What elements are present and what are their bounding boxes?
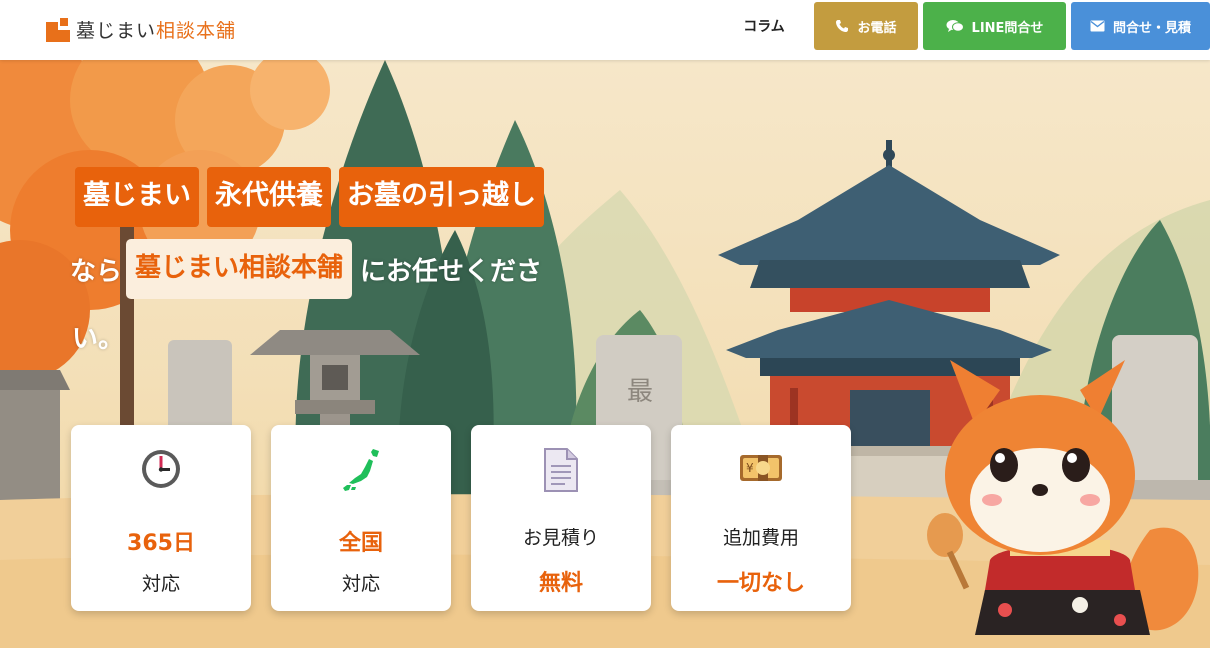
contact-button-label: 問合せ・見積 — [1112, 20, 1191, 36]
service-tags: 墓じまい 永代供養 お墓の引っ越し — [75, 167, 544, 227]
clock-icon — [142, 450, 180, 488]
feature-365-bottom: 対応 — [141, 573, 180, 595]
headline-continuation: い。 — [72, 324, 125, 354]
envelope-icon — [1090, 20, 1105, 32]
tag-eitai-kuyo: 永代供養 — [207, 167, 331, 227]
chat-bubbles-icon — [946, 20, 964, 32]
feature-estimate-top: お見積り — [522, 527, 599, 549]
japan-map-icon — [343, 449, 379, 491]
svg-text:¥: ¥ — [746, 461, 754, 475]
feature-estimate-bottom: 無料 — [538, 571, 583, 596]
logo-text-main: 墓じまい — [76, 20, 157, 42]
feature-card-365: 365日 対応 — [71, 425, 251, 611]
tag-hakajimai: 墓じまい — [75, 167, 199, 227]
tag-ohaka-hikkoshi: お墓の引っ越し — [339, 167, 544, 227]
feature-nationwide-top: 全国 — [338, 531, 383, 556]
site-header: 墓じまい相談本舗 コラム お電話 LINE問合せ 問合せ・見積 — [0, 0, 1210, 60]
line-button-label: LINE問合せ — [971, 20, 1044, 36]
feature-card-no-extra-fee: ¥ 追加費用 一切なし — [671, 425, 851, 611]
headline-suffix: にお任せくださ — [360, 256, 543, 287]
hero-section: 最 墓じまい 永代供養 お墓の引っ越し なら 墓じまい相談本舗 にお任せくださ … — [0, 60, 1210, 648]
contact-estimate-button[interactable]: 問合せ・見積 — [1071, 2, 1210, 50]
logo-text-accent: 相談本舗 — [156, 20, 237, 42]
document-icon — [544, 448, 578, 492]
feature-nationwide-bottom: 対応 — [341, 573, 380, 595]
headline-brand: 墓じまい相談本舗 — [126, 239, 353, 299]
phone-icon — [836, 20, 849, 32]
feature-fee-top: 追加費用 — [722, 527, 799, 549]
feature-card-free-estimate: お見積り 無料 — [471, 425, 651, 611]
phone-button-label: お電話 — [857, 20, 897, 36]
feature-card-nationwide: 全国 対応 — [271, 425, 451, 611]
feature-365-top: 365日 — [127, 531, 195, 556]
hero-headline: なら 墓じまい相談本舗 にお任せくださ — [70, 239, 542, 299]
nav-column-link[interactable]: コラム — [732, 2, 796, 52]
logo-text: 墓じまい相談本舗 — [76, 16, 236, 43]
headline-prefix: なら — [70, 256, 123, 287]
logo-mark-icon — [46, 17, 70, 42]
money-icon: ¥ — [740, 455, 782, 481]
phone-button[interactable]: お電話 — [814, 2, 918, 50]
svg-text:最: 最 — [627, 377, 653, 407]
feature-fee-bottom: 一切なし — [716, 571, 805, 596]
line-contact-button[interactable]: LINE問合せ — [923, 2, 1066, 50]
site-logo[interactable]: 墓じまい相談本舗 — [46, 16, 236, 43]
